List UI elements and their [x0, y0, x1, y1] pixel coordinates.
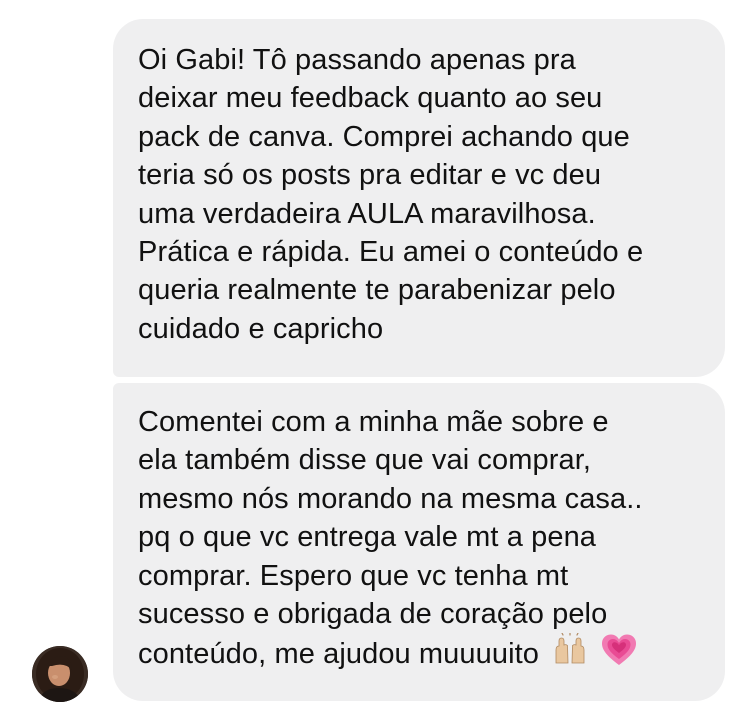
message-line: Prática e rápida. Eu amei o conteúdo e	[138, 235, 644, 268]
message-line: teria só os posts pra editar e vc deu	[138, 159, 602, 192]
message-text: conteúdo, me ajudou muuuuito	[138, 638, 540, 671]
message-line: comprar. Espero que vc tenha mt	[138, 559, 569, 592]
message-line: Oi Gabi! Tô passando apenas pra	[138, 44, 576, 76]
message-line: Comentei com a minha mãe sobre e	[138, 406, 609, 438]
message-line: deixar meu feedback quanto ao seu	[138, 82, 603, 115]
message-line-last: conteúdo, me ajudou muuuuito	[138, 632, 705, 671]
message-bubble-1[interactable]: Oi Gabi! Tô passando apenas pra deixar m…	[113, 19, 725, 377]
message-line: sucesso e obrigada de coração pelo	[138, 597, 608, 630]
message-line: cuidado e capricho	[138, 312, 384, 345]
message-bubble-2[interactable]: Comentei com a minha mãe sobre e ela tam…	[113, 383, 725, 701]
message-line: queria realmente te parabenizar pelo	[138, 274, 616, 307]
message-line: mesmo nós morando na mesma casa..	[138, 482, 643, 515]
raising-hands-icon	[553, 632, 587, 677]
message-line: pq o que vc entrega vale mt a pena	[138, 521, 597, 554]
message-line: pack de canva. Comprei achando que	[138, 120, 630, 153]
sender-avatar[interactable]	[32, 646, 88, 702]
message-thread: Oi Gabi! Tô passando apenas pra deixar m…	[0, 0, 756, 718]
message-line: uma verdadeira AULA maravilhosa.	[138, 197, 596, 230]
growing-heart-icon	[601, 633, 637, 677]
message-line: ela também disse que vai comprar,	[138, 444, 592, 477]
